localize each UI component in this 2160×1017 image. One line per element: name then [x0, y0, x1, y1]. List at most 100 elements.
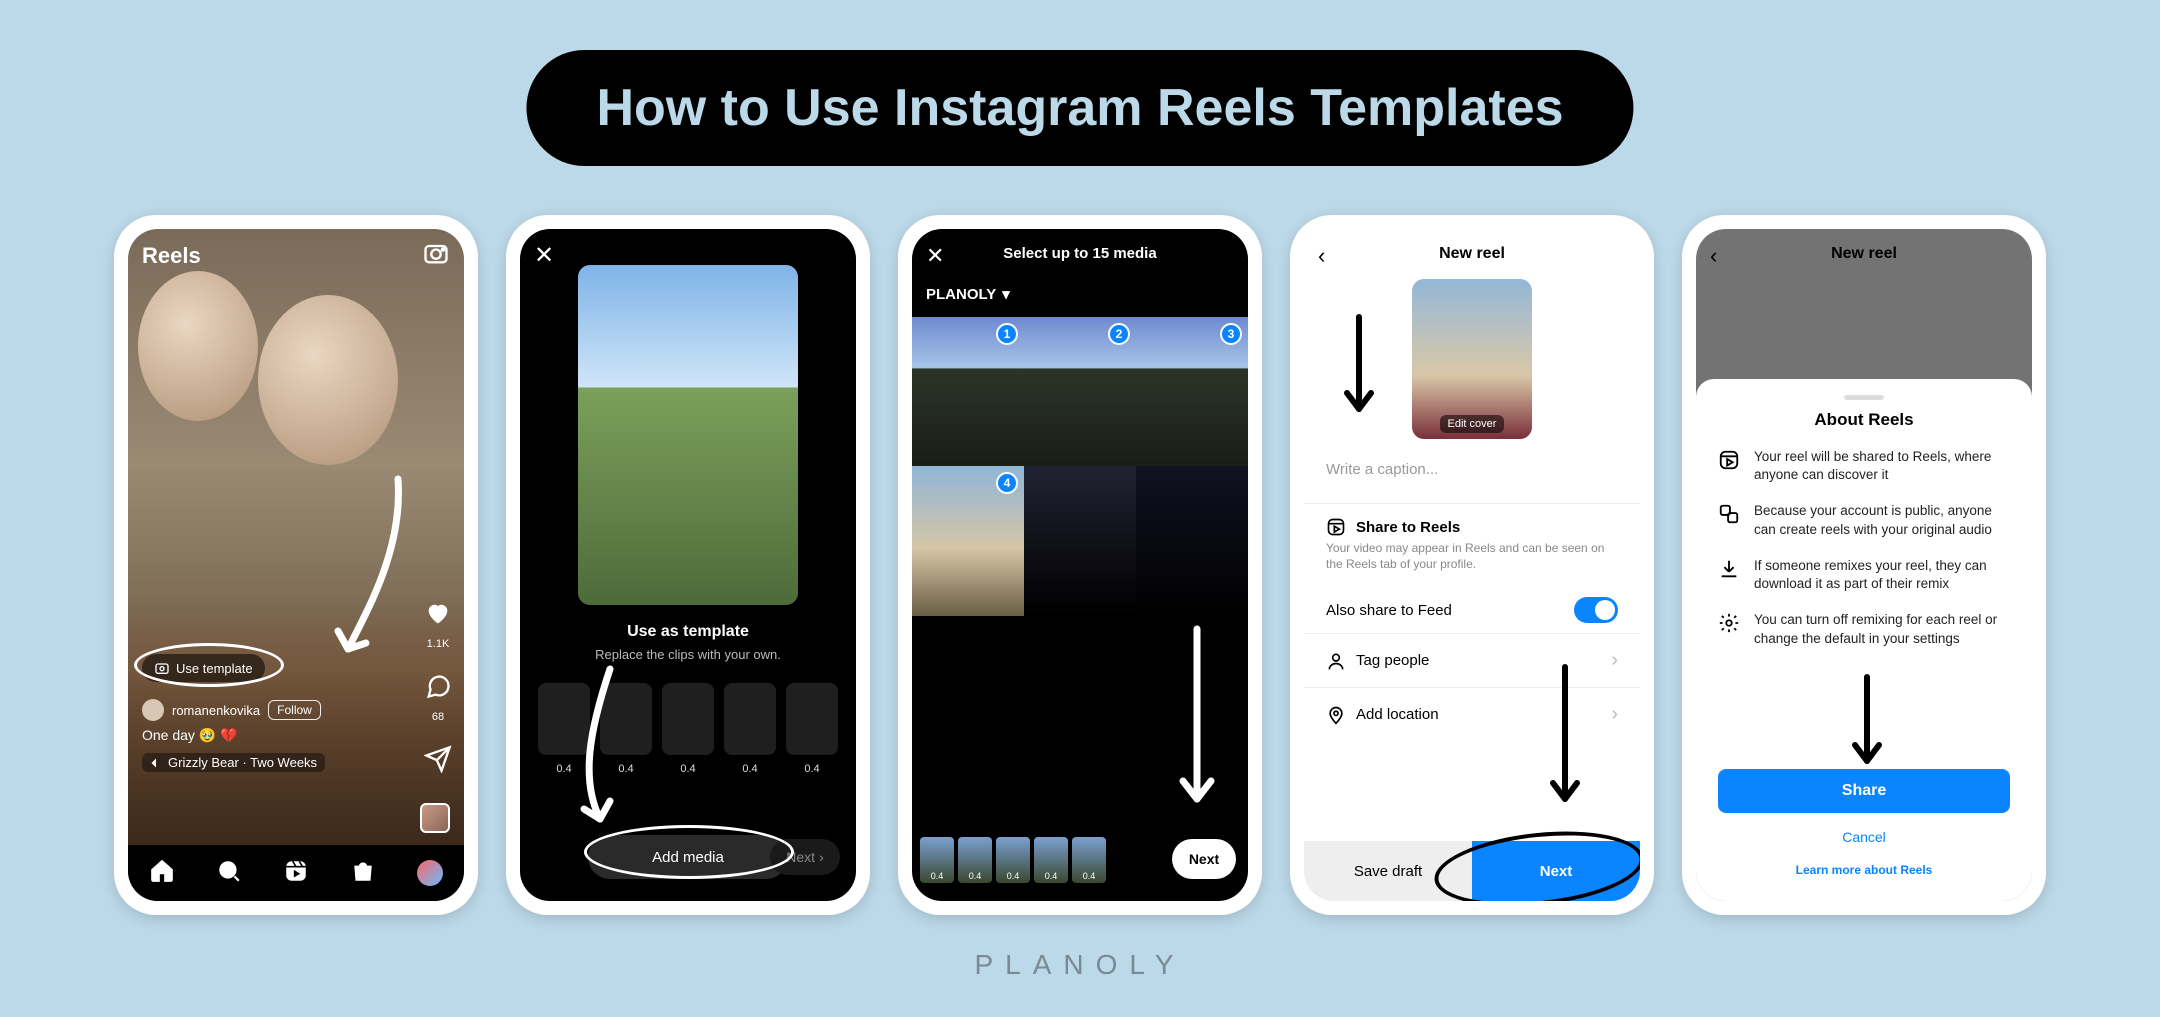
info-text: You can turn off remixing for each reel … [1754, 611, 2010, 647]
thumb-duration: 0.4 [920, 871, 954, 881]
annotation-arrow [1172, 619, 1222, 819]
engagement-column: 1.1K 68 [424, 599, 452, 833]
share-to-reels-desc: Your video may appear in Reels and can b… [1326, 541, 1618, 572]
phone-about-reels-sheet: ‹ New reel About Reels Your reel will be… [1682, 215, 2046, 915]
info-text: Because your account is public, anyone c… [1754, 502, 2010, 538]
next-button-disabled: Next › [770, 839, 840, 875]
media-cell[interactable]: 3 [1136, 317, 1248, 466]
selected-thumb[interactable]: 0.4 [996, 837, 1030, 883]
info-item: You can turn off remixing for each reel … [1718, 611, 2010, 647]
next-button[interactable]: Next [1172, 839, 1236, 879]
selection-badge: 4 [996, 472, 1018, 494]
media-cell[interactable]: 1 [912, 317, 1024, 466]
selection-badge: 1 [996, 323, 1018, 345]
thumb-duration: 0.4 [996, 871, 1030, 881]
bottom-nav [128, 845, 464, 901]
author-row[interactable]: romanenkovika Follow [142, 699, 321, 721]
sheet-title: About Reels [1718, 410, 2010, 430]
annotation-arrow [1334, 309, 1384, 429]
thumb-duration: 0.4 [1072, 871, 1106, 881]
add-media-button[interactable]: Add media [588, 835, 788, 879]
reels-header: Reels [142, 243, 201, 269]
template-subtitle: Replace the clips with your own. [520, 647, 856, 662]
search-icon[interactable] [216, 858, 242, 889]
caption-text: One day 🥹 💔 [142, 727, 238, 744]
cover-preview[interactable]: Edit cover [1412, 279, 1532, 439]
media-cell[interactable]: 4 [912, 466, 1024, 615]
info-text: Your reel will be shared to Reels, where… [1754, 448, 2010, 484]
also-share-feed-label: Also share to Feed [1326, 602, 1452, 619]
follow-button[interactable]: Follow [268, 700, 321, 720]
selected-thumb[interactable]: 0.4 [920, 837, 954, 883]
media-grid: 1 2 3 4 [912, 317, 1248, 616]
screen-title: New reel [1304, 245, 1640, 263]
annotation-arrow [1842, 669, 1892, 779]
clip-slot[interactable]: 0.4 [538, 683, 590, 755]
sheet-grabber[interactable] [1844, 395, 1884, 400]
like-count: 1.1K [427, 638, 450, 650]
phone-select-media: ✕ Select up to 15 media PLANOLY ▾ 1 2 3 … [898, 215, 1262, 915]
reels-icon[interactable] [283, 858, 309, 889]
clip-slot[interactable]: 0.4 [786, 683, 838, 755]
edit-cover-label[interactable]: Edit cover [1440, 415, 1505, 433]
use-template-button[interactable]: Use template [142, 654, 265, 682]
home-icon[interactable] [149, 858, 175, 889]
selected-thumb[interactable]: 0.4 [958, 837, 992, 883]
reels-icon [1718, 449, 1740, 471]
select-media-title: Select up to 15 media [912, 245, 1248, 262]
clip-slot[interactable]: 0.4 [662, 683, 714, 755]
clip-slots: 0.4 0.4 0.4 0.4 0.4 [520, 683, 856, 755]
close-icon[interactable]: ✕ [534, 241, 554, 270]
info-item: Your reel will be shared to Reels, where… [1718, 448, 2010, 484]
like-icon[interactable] [424, 599, 452, 632]
media-cell[interactable] [1024, 466, 1136, 615]
clip-slot[interactable]: 0.4 [724, 683, 776, 755]
brand-watermark: PLANOLY [974, 949, 1185, 981]
media-cell[interactable]: 2 [1024, 317, 1136, 466]
caption-input[interactable]: Write a caption... [1326, 461, 1618, 478]
media-cell[interactable] [1136, 466, 1248, 615]
info-item: Because your account is public, anyone c… [1718, 502, 2010, 538]
gear-icon [1718, 612, 1740, 634]
location-icon [1326, 705, 1346, 725]
learn-more-link[interactable]: Learn more about Reels [1696, 863, 2032, 877]
chevron-right-icon: › [1611, 703, 1618, 726]
audio-label: Grizzly Bear · Two Weeks [168, 755, 317, 770]
clip-duration: 0.4 [724, 763, 776, 775]
clip-duration: 0.4 [600, 763, 652, 775]
comment-count: 68 [432, 711, 444, 723]
cancel-button[interactable]: Cancel [1696, 829, 2032, 845]
profile-icon[interactable] [417, 860, 443, 886]
camera-icon[interactable] [422, 239, 450, 272]
share-icon[interactable] [424, 745, 452, 778]
chevron-right-icon: › [1611, 649, 1618, 672]
feed-toggle[interactable] [1574, 597, 1618, 623]
comment-icon[interactable] [424, 672, 452, 705]
album-name: PLANOLY [926, 286, 996, 303]
selected-thumb[interactable]: 0.4 [1072, 837, 1106, 883]
audio-thumbnail[interactable] [420, 803, 450, 833]
template-title: Use as template [520, 623, 856, 641]
tag-people-label: Tag people [1356, 652, 1429, 669]
annotation-arrow [1540, 659, 1590, 819]
shop-icon[interactable] [350, 858, 376, 889]
selection-badge: 2 [1108, 323, 1130, 345]
person-icon [1326, 651, 1346, 671]
selected-thumb[interactable]: 0.4 [1034, 837, 1068, 883]
about-reels-sheet: About Reels Your reel will be shared to … [1696, 379, 2032, 901]
phone-use-as-template: ✕ Use as template Replace the clips with… [506, 215, 870, 915]
remix-icon [1718, 503, 1740, 525]
selection-badge: 3 [1220, 323, 1242, 345]
clip-slot[interactable]: 0.4 [600, 683, 652, 755]
username[interactable]: romanenkovika [172, 703, 260, 718]
album-picker[interactable]: PLANOLY ▾ [926, 285, 1010, 303]
thumb-duration: 0.4 [958, 871, 992, 881]
clip-duration: 0.4 [538, 763, 590, 775]
selected-strip: 0.4 0.4 0.4 0.4 0.4 [920, 837, 1156, 883]
chevron-down-icon: ▾ [1002, 285, 1010, 303]
use-template-label: Use template [176, 661, 253, 676]
avatar[interactable] [142, 699, 164, 721]
template-preview [578, 265, 798, 605]
audio-pill[interactable]: Grizzly Bear · Two Weeks [142, 753, 325, 772]
add-location-label: Add location [1356, 706, 1439, 723]
